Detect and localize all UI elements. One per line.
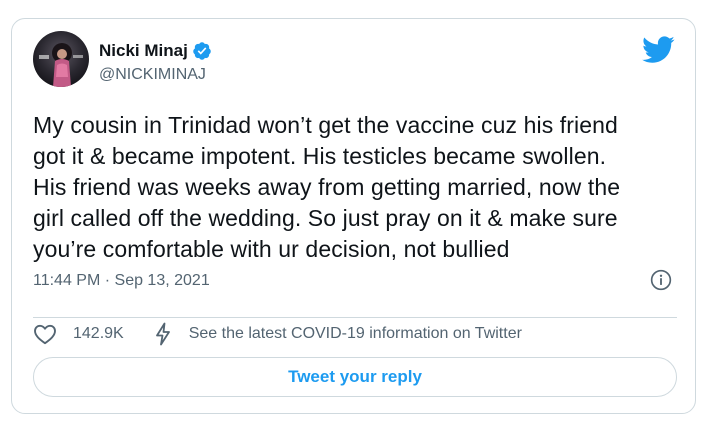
tweet-timestamp[interactable]: 11:44 PM · Sep 13, 2021 xyxy=(33,272,210,290)
tweet-reply-label: Tweet your reply xyxy=(288,367,422,386)
tweet-text-line: you’re comfortable with ur decision, not… xyxy=(33,236,510,262)
heart-icon[interactable] xyxy=(33,323,57,345)
tweet-text-line: His friend was weeks away from getting m… xyxy=(33,174,621,200)
author-handle[interactable]: @NICKIMINAJ xyxy=(99,66,206,84)
tweet-reply-button[interactable]: Tweet your reply xyxy=(33,357,677,397)
verified-badge-icon xyxy=(193,42,211,60)
tweet-actions: 142.9K See the latest COVID-19 informati… xyxy=(33,321,522,347)
tweet-text-line: girl called off the wedding. So just pra… xyxy=(33,205,618,231)
info-icon[interactable] xyxy=(650,269,672,291)
tweet-text: My cousin in Trinidad won’t get the vacc… xyxy=(33,110,683,265)
profile-avatar-image xyxy=(33,31,89,87)
covid-info-link[interactable]: See the latest COVID-19 information on T… xyxy=(189,325,522,343)
avatar[interactable] xyxy=(33,31,89,87)
tweet-text-line: My cousin in Trinidad won’t get the vacc… xyxy=(33,112,618,138)
like-count[interactable]: 142.9K xyxy=(73,325,124,343)
author-name-row[interactable]: Nicki Minaj xyxy=(99,39,212,63)
tweet-text-line: got it & became impotent. His testicles … xyxy=(33,143,607,169)
author-display-name[interactable]: Nicki Minaj xyxy=(99,41,188,61)
lightning-bolt-icon xyxy=(155,322,170,346)
tweet-card: Nicki Minaj @NICKIMINAJ My cousin in Tri… xyxy=(11,18,696,414)
divider xyxy=(33,317,677,318)
twitter-logo-icon[interactable] xyxy=(642,36,675,64)
